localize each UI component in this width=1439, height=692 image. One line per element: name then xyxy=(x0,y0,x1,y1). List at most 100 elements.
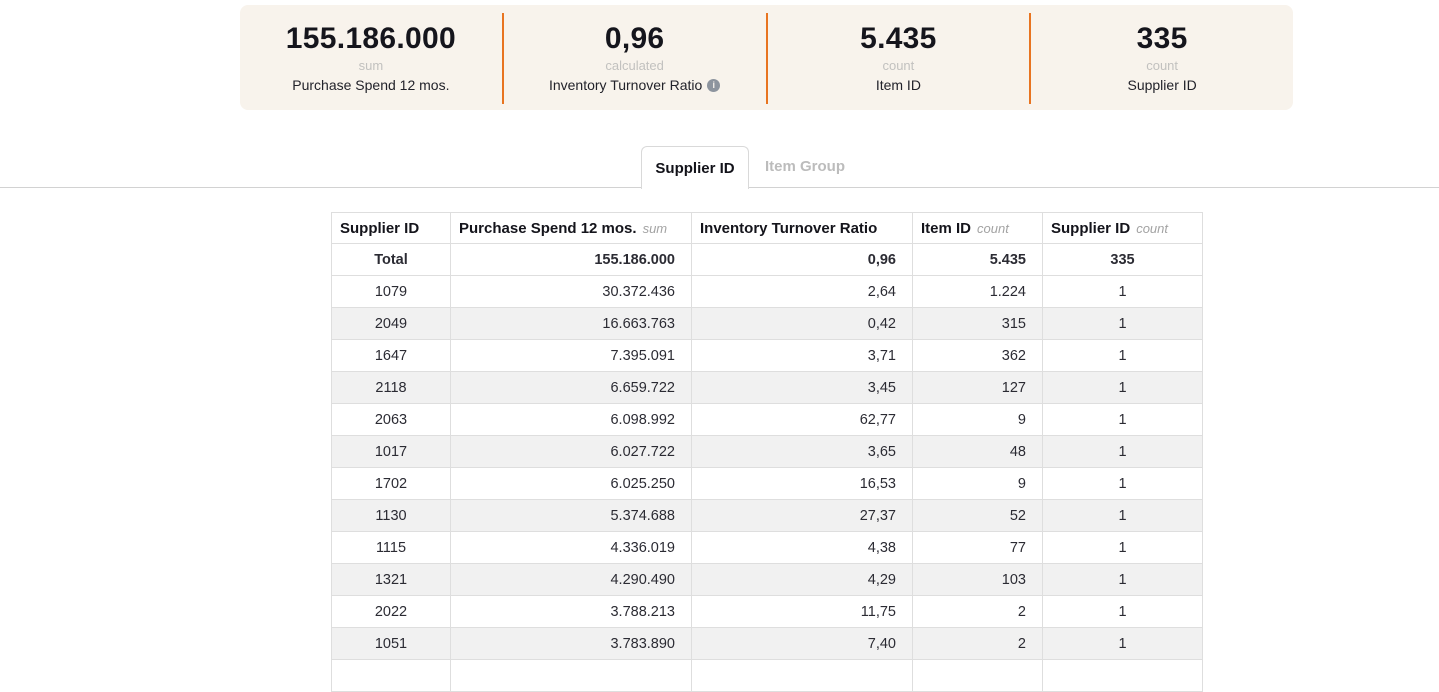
table-cell: 1 xyxy=(1043,340,1203,372)
kpi-value: 0,96 xyxy=(605,22,665,55)
table-row: 1702 6.025.250 16,53 9 1 xyxy=(332,468,1203,500)
table-cell: 5.374.688 xyxy=(451,500,692,532)
table-cell: 4.336.019 xyxy=(451,532,692,564)
table-cell: 4,38 xyxy=(692,532,913,564)
table-cell: 1 xyxy=(1043,308,1203,340)
kpi-value: 155.186.000 xyxy=(286,22,456,55)
table-cell: 3.783.890 xyxy=(451,628,692,660)
table-cell: 1 xyxy=(1043,436,1203,468)
table-cell: 3,65 xyxy=(692,436,913,468)
kpi-metric-label: Inventory Turnover Ratio i xyxy=(549,77,720,93)
table-cell: 1.224 xyxy=(913,276,1043,308)
table-cell: 6.027.722 xyxy=(451,436,692,468)
table-row: 2063 6.098.992 62,77 9 1 xyxy=(332,404,1203,436)
table-row: 2022 3.788.213 11,75 2 1 xyxy=(332,596,1203,628)
table-cell: 9 xyxy=(913,404,1043,436)
kpi-summary-band: 155.186.000 sum Purchase Spend 12 mos. 0… xyxy=(240,5,1293,110)
table-cell: 9 xyxy=(913,468,1043,500)
table-cell: 3,71 xyxy=(692,340,913,372)
table-cell: 2118 xyxy=(332,372,451,404)
kpi-aggregation-label: count xyxy=(1146,58,1178,73)
kpi-aggregation-label: calculated xyxy=(605,58,664,73)
table-cell: 7,40 xyxy=(692,628,913,660)
table-cell: 103 xyxy=(913,564,1043,596)
table-cell: 4.290.490 xyxy=(451,564,692,596)
total-cell: 5.435 xyxy=(913,244,1043,276)
column-header-supplier-id-count[interactable]: Supplier IDcount xyxy=(1043,213,1203,244)
table-cell: 3.788.213 xyxy=(451,596,692,628)
kpi-aggregation-label: sum xyxy=(359,58,384,73)
table-row: 2118 6.659.722 3,45 127 1 xyxy=(332,372,1203,404)
table-cell: 2022 xyxy=(332,596,451,628)
table-cell: 1051 xyxy=(332,628,451,660)
table-cell: 6.025.250 xyxy=(451,468,692,500)
kpi-value: 5.435 xyxy=(860,22,937,55)
table-cell: 2049 xyxy=(332,308,451,340)
tab-item-group[interactable]: Item Group xyxy=(749,146,861,187)
table-row: 1079 30.372.436 2,64 1.224 1 xyxy=(332,276,1203,308)
table-cell: 0,42 xyxy=(692,308,913,340)
table-cell: 315 xyxy=(913,308,1043,340)
column-header-supplier-id[interactable]: Supplier ID xyxy=(332,213,451,244)
info-icon[interactable]: i xyxy=(707,79,720,92)
table-cell: 1 xyxy=(1043,468,1203,500)
kpi-metric-label-text: Inventory Turnover Ratio xyxy=(549,77,702,93)
table-cell: 1 xyxy=(1043,276,1203,308)
table-cell: 1 xyxy=(1043,532,1203,564)
kpi-card-inventory-turnover: 0,96 calculated Inventory Turnover Ratio… xyxy=(504,5,766,110)
table-cell: 30.372.436 xyxy=(451,276,692,308)
aggregation-tag: count xyxy=(1136,221,1168,236)
table-cell: 4,29 xyxy=(692,564,913,596)
total-cell: 335 xyxy=(1043,244,1203,276)
tab-supplier-id[interactable]: Supplier ID xyxy=(641,146,749,189)
column-header-purchase-spend[interactable]: Purchase Spend 12 mos.sum xyxy=(451,213,692,244)
table-cell: 3,45 xyxy=(692,372,913,404)
table-total-row: Total 155.186.000 0,96 5.435 335 xyxy=(332,244,1203,276)
table-cell: 2 xyxy=(913,628,1043,660)
table-cell: 1017 xyxy=(332,436,451,468)
table-row: 1115 4.336.019 4,38 77 1 xyxy=(332,532,1203,564)
table-cell: 2 xyxy=(913,596,1043,628)
table-cell: 16.663.763 xyxy=(451,308,692,340)
total-cell: Total xyxy=(332,244,451,276)
table-cell: 1115 xyxy=(332,532,451,564)
table-header-row: Supplier ID Purchase Spend 12 mos.sum In… xyxy=(332,213,1203,244)
table-cell: 1321 xyxy=(332,564,451,596)
kpi-aggregation-label: count xyxy=(882,58,914,73)
table-cell: 1702 xyxy=(332,468,451,500)
table-cell: 1 xyxy=(1043,500,1203,532)
table-cell: 7.395.091 xyxy=(451,340,692,372)
table-row: 1130 5.374.688 27,37 52 1 xyxy=(332,500,1203,532)
table-cell: 27,37 xyxy=(692,500,913,532)
kpi-metric-label: Item ID xyxy=(876,77,921,93)
table-cell: 62,77 xyxy=(692,404,913,436)
table-cell: 1 xyxy=(1043,628,1203,660)
table-cell: 362 xyxy=(913,340,1043,372)
table-row: 1051 3.783.890 7,40 2 1 xyxy=(332,628,1203,660)
table-cell: 1130 xyxy=(332,500,451,532)
table-cell: 1647 xyxy=(332,340,451,372)
table-cell: 1 xyxy=(1043,372,1203,404)
kpi-card-item-id: 5.435 count Item ID xyxy=(768,5,1030,110)
total-cell: 155.186.000 xyxy=(451,244,692,276)
table-cell: 52 xyxy=(913,500,1043,532)
table-cell: 1 xyxy=(1043,596,1203,628)
table-cell: 6.659.722 xyxy=(451,372,692,404)
table-cell: 6.098.992 xyxy=(451,404,692,436)
table-cell: 2063 xyxy=(332,404,451,436)
column-header-item-id[interactable]: Item IDcount xyxy=(913,213,1043,244)
table-cell: 127 xyxy=(913,372,1043,404)
table-row: 2049 16.663.763 0,42 315 1 xyxy=(332,308,1203,340)
table-cell: 1079 xyxy=(332,276,451,308)
table-cell: 1 xyxy=(1043,564,1203,596)
kpi-card-supplier-id: 335 count Supplier ID xyxy=(1031,5,1293,110)
aggregation-tag: sum xyxy=(643,221,668,236)
table-cell: 77 xyxy=(913,532,1043,564)
kpi-metric-label: Purchase Spend 12 mos. xyxy=(292,77,449,93)
table-row-partial xyxy=(332,660,1203,692)
kpi-card-purchase-spend: 155.186.000 sum Purchase Spend 12 mos. xyxy=(240,5,502,110)
column-header-inventory-turnover[interactable]: Inventory Turnover Ratio xyxy=(692,213,913,244)
table-cell: 11,75 xyxy=(692,596,913,628)
table-cell: 1 xyxy=(1043,404,1203,436)
pivot-table: Supplier ID Purchase Spend 12 mos.sum In… xyxy=(331,212,1203,692)
